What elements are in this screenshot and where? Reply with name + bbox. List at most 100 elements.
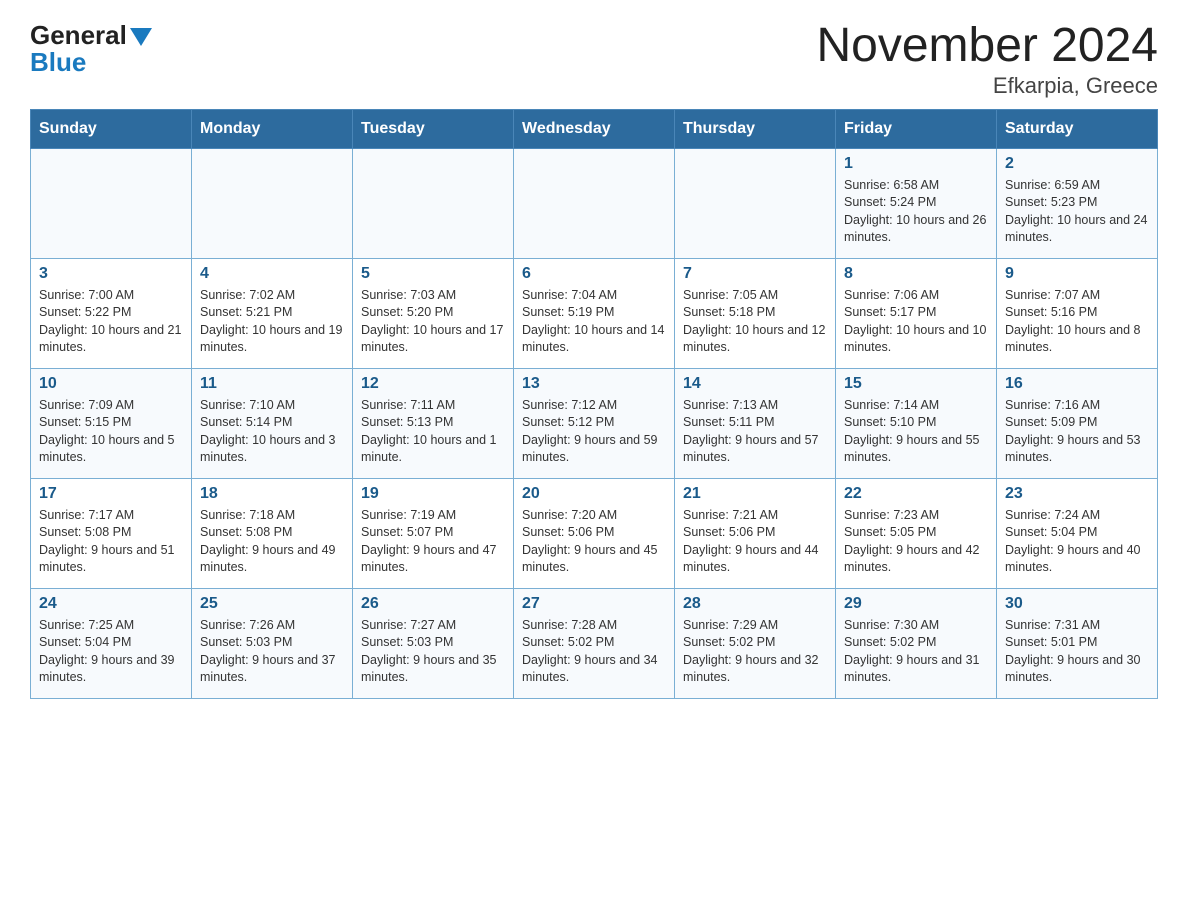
cell-info: Sunrise: 7:03 AM Sunset: 5:20 PM Dayligh… [361, 287, 505, 357]
cell-info: Sunrise: 7:29 AM Sunset: 5:02 PM Dayligh… [683, 617, 827, 687]
cell-day-number: 11 [200, 375, 344, 393]
cell-day-number: 30 [1005, 595, 1149, 613]
calendar-cell: 26Sunrise: 7:27 AM Sunset: 5:03 PM Dayli… [353, 588, 514, 698]
cell-info: Sunrise: 7:10 AM Sunset: 5:14 PM Dayligh… [200, 397, 344, 467]
calendar-cell [192, 148, 353, 258]
calendar-row: 1 Sunrise: 6:58 AM Sunset: 5:24 PM Daylig… [31, 148, 1158, 258]
cell-day-number: 22 [844, 485, 988, 503]
calendar-cell [514, 148, 675, 258]
cell-info: Sunrise: 7:25 AM Sunset: 5:04 PM Dayligh… [39, 617, 183, 687]
cell-day-number: 14 [683, 375, 827, 393]
calendar-row: 10 Sunrise: 7:09 AM Sunset: 5:15 PM Dayli… [31, 368, 1158, 478]
calendar-cell: 16Sunrise: 7:16 AM Sunset: 5:09 PM Dayli… [997, 368, 1158, 478]
cell-day-number: 5 [361, 265, 505, 283]
cell-info: Sunrise: 7:00 AM Sunset: 5:22 PM Dayligh… [39, 287, 183, 357]
cell-day-number: 8 [844, 265, 988, 283]
calendar-cell: 24 Sunrise: 7:25 AM Sunset: 5:04 PM Dayli… [31, 588, 192, 698]
page-title: November 2024 [816, 20, 1158, 73]
header-friday: Friday [836, 109, 997, 148]
calendar-cell: 10 Sunrise: 7:09 AM Sunset: 5:15 PM Dayli… [31, 368, 192, 478]
cell-info: Sunrise: 7:27 AM Sunset: 5:03 PM Dayligh… [361, 617, 505, 687]
calendar-body: 1 Sunrise: 6:58 AM Sunset: 5:24 PM Daylig… [31, 148, 1158, 698]
calendar-cell: 27 Sunrise: 7:28 AM Sunset: 5:02 PM Dayli… [514, 588, 675, 698]
cell-info: Sunrise: 7:26 AM Sunset: 5:03 PM Dayligh… [200, 617, 344, 687]
cell-day-number: 12 [361, 375, 505, 393]
cell-day-number: 6 [522, 265, 666, 283]
cell-day-number: 17 [39, 485, 183, 503]
page-subtitle: Efkarpia, Greece [816, 73, 1158, 99]
calendar-cell: 12 Sunrise: 7:11 AM Sunset: 5:13 PM Dayli… [353, 368, 514, 478]
calendar-cell: 3Sunrise: 7:00 AM Sunset: 5:22 PM Daylig… [31, 258, 192, 368]
calendar-cell: 18 Sunrise: 7:18 AM Sunset: 5:08 PM Dayli… [192, 478, 353, 588]
cell-info: Sunrise: 7:21 AM Sunset: 5:06 PM Dayligh… [683, 507, 827, 577]
calendar-cell: 9Sunrise: 7:07 AM Sunset: 5:16 PM Daylig… [997, 258, 1158, 368]
calendar-cell [353, 148, 514, 258]
cell-day-number: 1 [844, 155, 988, 173]
calendar-table: SundayMondayTuesdayWednesdayThursdayFrid… [30, 109, 1158, 699]
cell-info: Sunrise: 7:17 AM Sunset: 5:08 PM Dayligh… [39, 507, 183, 577]
calendar-cell: 6 Sunrise: 7:04 AM Sunset: 5:19 PM Daylig… [514, 258, 675, 368]
calendar-cell: 5 Sunrise: 7:03 AM Sunset: 5:20 PM Daylig… [353, 258, 514, 368]
calendar-cell: 28 Sunrise: 7:29 AM Sunset: 5:02 PM Dayli… [675, 588, 836, 698]
cell-info: Sunrise: 7:04 AM Sunset: 5:19 PM Dayligh… [522, 287, 666, 357]
cell-day-number: 23 [1005, 485, 1149, 503]
calendar-cell: 30 Sunrise: 7:31 AM Sunset: 5:01 PM Dayli… [997, 588, 1158, 698]
calendar-cell: 17 Sunrise: 7:17 AM Sunset: 5:08 PM Dayli… [31, 478, 192, 588]
cell-day-number: 24 [39, 595, 183, 613]
cell-info: Sunrise: 7:11 AM Sunset: 5:13 PM Dayligh… [361, 397, 505, 467]
cell-info: Sunrise: 7:05 AM Sunset: 5:18 PM Dayligh… [683, 287, 827, 357]
calendar-cell [31, 148, 192, 258]
cell-info: Sunrise: 7:09 AM Sunset: 5:15 PM Dayligh… [39, 397, 183, 467]
cell-info: Sunrise: 6:59 AM Sunset: 5:23 PM Dayligh… [1005, 177, 1149, 247]
calendar-row: 17 Sunrise: 7:17 AM Sunset: 5:08 PM Dayli… [31, 478, 1158, 588]
cell-info: Sunrise: 7:23 AM Sunset: 5:05 PM Dayligh… [844, 507, 988, 577]
calendar-cell: 29Sunrise: 7:30 AM Sunset: 5:02 PM Dayli… [836, 588, 997, 698]
calendar-cell: 25Sunrise: 7:26 AM Sunset: 5:03 PM Dayli… [192, 588, 353, 698]
calendar-cell: 23 Sunrise: 7:24 AM Sunset: 5:04 PM Dayli… [997, 478, 1158, 588]
calendar-cell: 2 Sunrise: 6:59 AM Sunset: 5:23 PM Daylig… [997, 148, 1158, 258]
cell-day-number: 20 [522, 485, 666, 503]
cell-day-number: 27 [522, 595, 666, 613]
calendar-cell: 7 Sunrise: 7:05 AM Sunset: 5:18 PM Daylig… [675, 258, 836, 368]
cell-day-number: 9 [1005, 265, 1149, 283]
cell-info: Sunrise: 7:12 AM Sunset: 5:12 PM Dayligh… [522, 397, 666, 467]
cell-info: Sunrise: 7:24 AM Sunset: 5:04 PM Dayligh… [1005, 507, 1149, 577]
cell-info: Sunrise: 7:14 AM Sunset: 5:10 PM Dayligh… [844, 397, 988, 467]
logo: General Blue [30, 20, 152, 78]
calendar-cell: 19Sunrise: 7:19 AM Sunset: 5:07 PM Dayli… [353, 478, 514, 588]
calendar-cell: 4 Sunrise: 7:02 AM Sunset: 5:21 PM Daylig… [192, 258, 353, 368]
cell-day-number: 13 [522, 375, 666, 393]
cell-day-number: 15 [844, 375, 988, 393]
calendar-cell [675, 148, 836, 258]
header-wednesday: Wednesday [514, 109, 675, 148]
cell-info: Sunrise: 7:20 AM Sunset: 5:06 PM Dayligh… [522, 507, 666, 577]
calendar-cell: 13 Sunrise: 7:12 AM Sunset: 5:12 PM Dayli… [514, 368, 675, 478]
cell-info: Sunrise: 7:02 AM Sunset: 5:21 PM Dayligh… [200, 287, 344, 357]
logo-triangle-icon [130, 28, 152, 46]
cell-day-number: 7 [683, 265, 827, 283]
header-monday: Monday [192, 109, 353, 148]
header-thursday: Thursday [675, 109, 836, 148]
cell-info: Sunrise: 7:30 AM Sunset: 5:02 PM Dayligh… [844, 617, 988, 687]
cell-day-number: 4 [200, 265, 344, 283]
title-area: November 2024 Efkarpia, Greece [816, 20, 1158, 99]
header-saturday: Saturday [997, 109, 1158, 148]
page-header: General Blue November 2024 Efkarpia, Gre… [30, 20, 1158, 99]
logo-blue: Blue [30, 47, 86, 78]
cell-day-number: 18 [200, 485, 344, 503]
cell-day-number: 10 [39, 375, 183, 393]
cell-info: Sunrise: 7:28 AM Sunset: 5:02 PM Dayligh… [522, 617, 666, 687]
calendar-cell: 20 Sunrise: 7:20 AM Sunset: 5:06 PM Dayli… [514, 478, 675, 588]
calendar-cell: 1 Sunrise: 6:58 AM Sunset: 5:24 PM Daylig… [836, 148, 997, 258]
cell-day-number: 2 [1005, 155, 1149, 173]
cell-info: Sunrise: 7:18 AM Sunset: 5:08 PM Dayligh… [200, 507, 344, 577]
calendar-cell: 15 Sunrise: 7:14 AM Sunset: 5:10 PM Dayli… [836, 368, 997, 478]
cell-info: Sunrise: 6:58 AM Sunset: 5:24 PM Dayligh… [844, 177, 988, 247]
cell-info: Sunrise: 7:06 AM Sunset: 5:17 PM Dayligh… [844, 287, 988, 357]
calendar-cell: 22 Sunrise: 7:23 AM Sunset: 5:05 PM Dayli… [836, 478, 997, 588]
cell-info: Sunrise: 7:31 AM Sunset: 5:01 PM Dayligh… [1005, 617, 1149, 687]
calendar-row: 3Sunrise: 7:00 AM Sunset: 5:22 PM Daylig… [31, 258, 1158, 368]
cell-info: Sunrise: 7:16 AM Sunset: 5:09 PM Dayligh… [1005, 397, 1149, 467]
header-sunday: Sunday [31, 109, 192, 148]
cell-day-number: 28 [683, 595, 827, 613]
